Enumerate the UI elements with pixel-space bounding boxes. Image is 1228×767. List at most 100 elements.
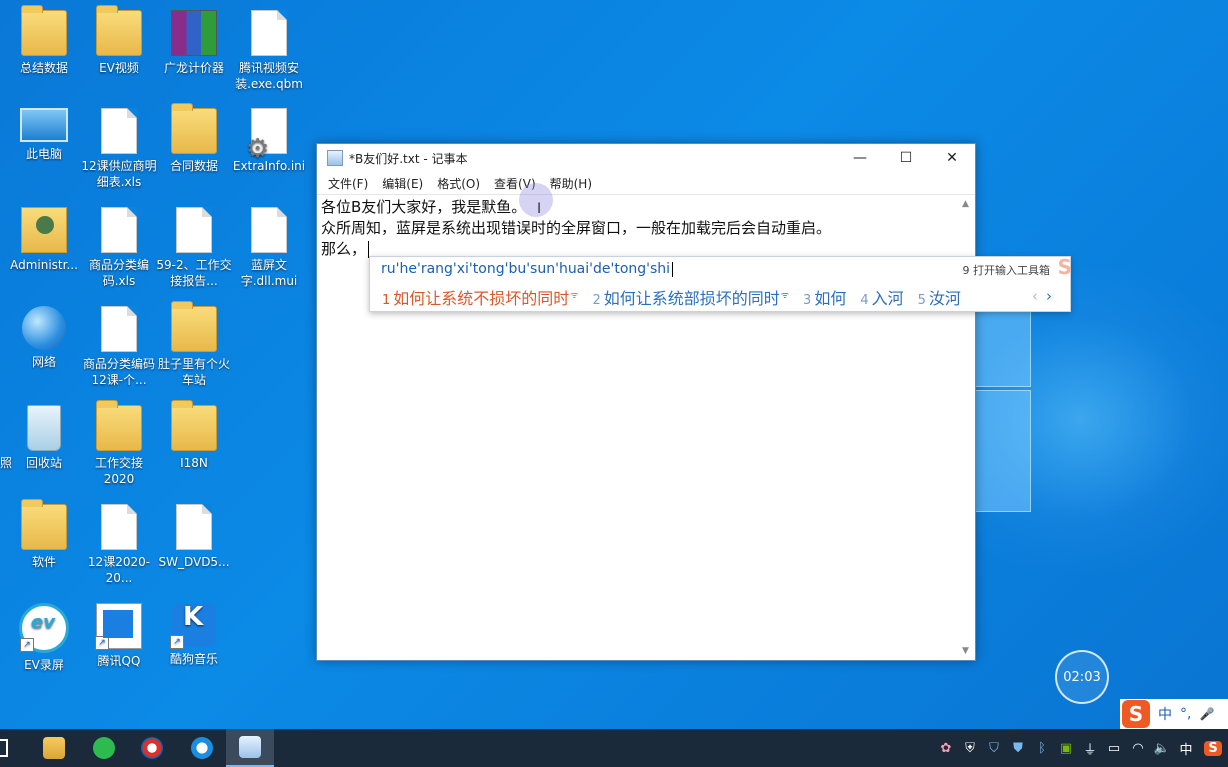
ime-candidate[interactable]: 3 如何: [803, 285, 846, 309]
notepad-icon: [327, 150, 343, 166]
maximize-button[interactable]: ☐: [883, 144, 929, 172]
desktop-icon[interactable]: SW_DVD5...: [156, 504, 232, 570]
desktop-icon[interactable]: 腾讯视频安装.exe.qbm: [231, 10, 307, 92]
file-icon: [101, 207, 137, 253]
menu-file[interactable]: 文件(F): [321, 175, 375, 192]
cloud-icon: ᯤ: [570, 290, 579, 301]
ime-language-toggle[interactable]: 中: [1158, 704, 1172, 724]
folder-icon: [21, 5, 67, 56]
scroll-up-icon[interactable]: ▲: [962, 199, 969, 209]
wifi-icon[interactable]: ◠: [1126, 741, 1150, 756]
desktop-icon[interactable]: 商品分类编码12课-个...: [81, 306, 157, 388]
next-page-icon[interactable]: ›: [1046, 287, 1052, 305]
shield-icon[interactable]: ⛨: [958, 741, 982, 756]
battery-icon[interactable]: ▭: [1102, 741, 1126, 756]
desktop-icon[interactable]: 广龙计价器: [156, 10, 232, 76]
wechat-icon[interactable]: [80, 729, 128, 767]
usb-icon[interactable]: ⏚: [1078, 739, 1102, 758]
microphone-icon[interactable]: 🎤: [1199, 707, 1214, 721]
close-button[interactable]: ✕: [929, 144, 975, 172]
desktop-icon[interactable]: I18N: [156, 400, 232, 471]
ime-candidate[interactable]: 4 入河: [860, 285, 903, 309]
desktop-icon[interactable]: 12课供应商明细表.xls: [81, 108, 157, 190]
folder-icon: [171, 400, 217, 451]
ime-composition: ru'he'rang'xi'tong'bu'sun'huai'de'tong's…: [381, 261, 674, 277]
desktop-icon[interactable]: 59-2、工作交接报告...: [156, 207, 232, 289]
desktop-icon[interactable]: 合同数据: [156, 103, 232, 174]
folder-icon: [96, 400, 142, 451]
desktop-icon[interactable]: 蓝屏文字.dll.mui: [231, 207, 307, 289]
menu-format[interactable]: 格式(O): [430, 175, 487, 192]
folder-icon: [171, 103, 217, 154]
desktop-icon-label: 腾讯视频安装.exe.qbm: [235, 61, 303, 91]
desktop-icon-label: 腾讯QQ: [97, 654, 141, 668]
text-line: 各位B友们大家好，我是默鱼。: [321, 198, 527, 216]
system-tray: ✿ ⛨ ⛉ ⛊ ᛒ ▣ ⏚ ▭ ◠ 🔈 中 S: [934, 729, 1228, 767]
desktop-icon[interactable]: ↗ 腾讯QQ: [81, 603, 157, 669]
desktop-icon[interactable]: 总结数据: [6, 5, 82, 76]
shortcut-arrow-icon: ↗: [170, 635, 184, 649]
ime-toolbox-link[interactable]: 9 打开输入工具箱: [963, 262, 1051, 278]
ime-status-bar[interactable]: S 中 °, 🎤: [1120, 699, 1228, 729]
desktop-icon[interactable]: 网络: [6, 306, 82, 370]
defender-icon[interactable]: ⛊: [1006, 741, 1030, 756]
desktop-icon[interactable]: ↗ EV录屏: [6, 603, 82, 673]
taskbar: ✿ ⛨ ⛉ ⛊ ᛒ ▣ ⏚ ▭ ◠ 🔈 中 S: [0, 729, 1228, 767]
task-view-icon[interactable]: [0, 729, 14, 767]
text-line: 众所周知，蓝屏是系统出现错误时的全屏窗口，一般在加载完后会自动重启。: [321, 219, 832, 237]
recording-timer[interactable]: 02:03: [1055, 650, 1109, 704]
volume-icon[interactable]: 🔈: [1150, 741, 1174, 756]
file-icon: [101, 306, 137, 352]
ime-candidate[interactable]: 5 汝河: [918, 285, 961, 309]
desktop-icon-label: Administr...: [10, 258, 78, 272]
bluetooth-icon[interactable]: ᛒ: [1030, 741, 1054, 756]
file-explorer-icon[interactable]: [30, 729, 78, 767]
desktop-icon-label: 12课2020-20...: [87, 555, 151, 585]
cloud-icon: ᯤ: [780, 290, 790, 301]
desktop-icon[interactable]: ↗ 酷狗音乐: [156, 603, 232, 667]
desktop-icon[interactable]: Administr...: [6, 207, 82, 273]
browser-icon[interactable]: [128, 729, 176, 767]
prev-page-icon[interactable]: ‹: [1032, 287, 1038, 305]
desktop-icon[interactable]: ExtraInfo.ini: [231, 108, 307, 174]
ev-recorder-icon: ↗: [19, 603, 69, 653]
menu-help[interactable]: 帮助(H): [543, 175, 599, 192]
notepad-window[interactable]: *B友们好.txt - 记事本 — ☐ ✕ 文件(F) 编辑(E) 格式(O) …: [316, 143, 976, 661]
desktop-icon[interactable]: 12课2020-20...: [81, 504, 157, 586]
scroll-down-icon[interactable]: ▼: [962, 646, 969, 656]
desktop-icon[interactable]: 肚子里有个火车站: [156, 301, 232, 388]
ime-candidate[interactable]: 1 如何让系统不损坏的同时ᯤ: [382, 285, 579, 309]
qq-browser-icon[interactable]: [178, 729, 226, 767]
title-bar[interactable]: *B友们好.txt - 记事本 — ☐ ✕: [317, 144, 975, 172]
notepad-taskbar-icon[interactable]: [226, 729, 274, 767]
desktop-icon-label: 酷狗音乐: [169, 652, 218, 666]
nvidia-icon[interactable]: ▣: [1054, 741, 1078, 756]
sogou-tray-icon[interactable]: S: [1204, 740, 1222, 756]
window-title: *B友们好.txt - 记事本: [349, 151, 468, 166]
ime-punctuation-toggle[interactable]: °,: [1180, 706, 1191, 722]
file-icon: [176, 207, 212, 253]
computer-icon: [20, 108, 68, 142]
ime-tray-indicator[interactable]: 中: [1174, 739, 1198, 758]
security-icon[interactable]: ⛉: [982, 741, 1006, 756]
desktop-icon[interactable]: EV视频: [81, 5, 157, 76]
minimize-button[interactable]: —: [837, 144, 883, 172]
windows-logo-wallpaper: [975, 290, 1031, 512]
desktop-icon[interactable]: 回收站: [6, 405, 82, 471]
desktop-icon[interactable]: 商品分类编码.xls: [81, 207, 157, 289]
ime-candidate[interactable]: 2 如何让系统部损坏的同时ᯤ: [593, 285, 790, 309]
mouse-highlight: [519, 183, 553, 217]
desktop-icon[interactable]: 此电脑: [6, 108, 82, 162]
desktop-icon-label: 网络: [31, 355, 56, 369]
settings-file-icon: [246, 108, 287, 157]
menu-edit[interactable]: 编辑(E): [375, 175, 430, 192]
desktop-icon-label: 广龙计价器: [163, 61, 224, 75]
file-icon: [251, 10, 287, 56]
desktop-icon[interactable]: 软件: [6, 499, 82, 570]
file-icon: [176, 504, 212, 550]
flower-icon[interactable]: ✿: [934, 741, 958, 756]
qq-icon: ↗: [95, 603, 142, 650]
desktop-icon-label: 工作交接2020: [94, 456, 143, 486]
desktop-icon[interactable]: 工作交接2020: [81, 400, 157, 487]
sogou-logo-icon[interactable]: S: [1122, 700, 1150, 728]
